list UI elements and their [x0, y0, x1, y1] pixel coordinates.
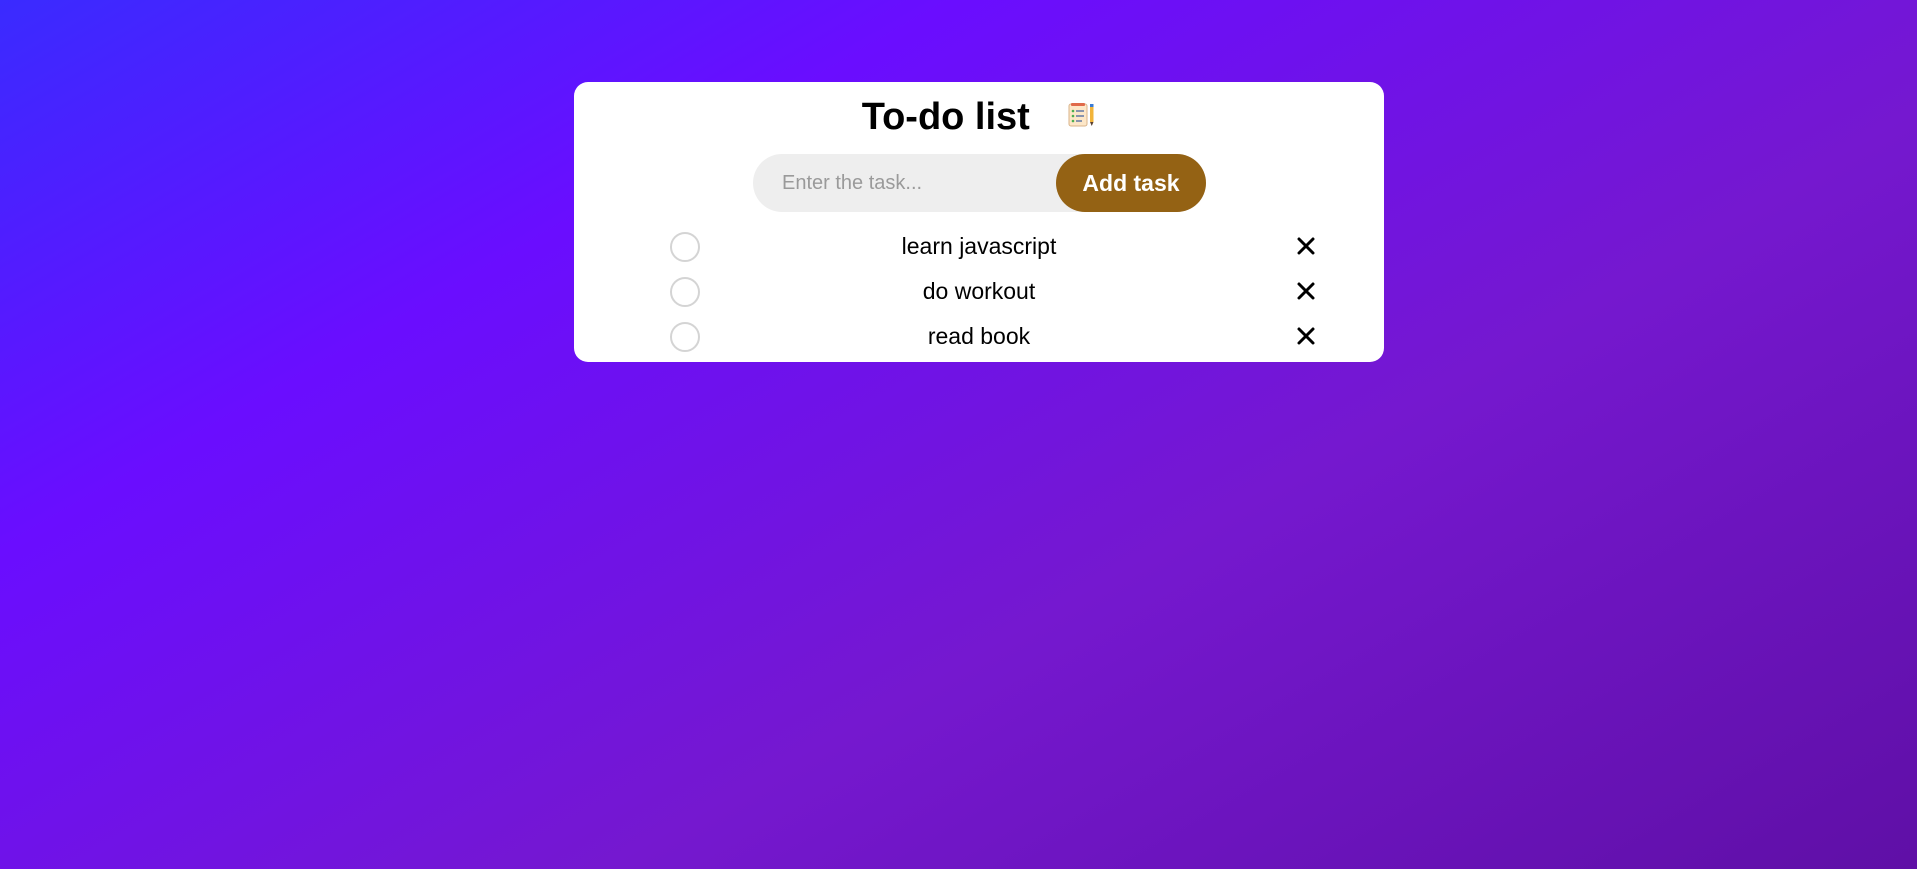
list-item[interactable]: do workout — [574, 270, 1384, 315]
task-label: do workout — [922, 278, 1036, 304]
task-label: read book — [927, 323, 1031, 349]
close-icon[interactable] — [1294, 324, 1318, 348]
task-input[interactable] — [753, 154, 1053, 212]
header: To-do list — [574, 94, 1384, 140]
unchecked-circle-icon[interactable] — [670, 277, 700, 307]
checklist-notepad-icon — [1068, 102, 1096, 128]
close-icon[interactable] — [1294, 234, 1318, 258]
unchecked-circle-icon[interactable] — [670, 322, 700, 352]
page-title: To-do list — [861, 96, 1030, 138]
add-task-button[interactable]: Add task — [1056, 154, 1206, 212]
list-item[interactable]: learn javascript — [574, 225, 1384, 270]
todo-card: To-do list Add task learn javascript — [574, 82, 1384, 362]
list-item[interactable]: read book — [574, 315, 1384, 360]
close-icon[interactable] — [1294, 279, 1318, 303]
unchecked-circle-icon[interactable] — [670, 232, 700, 262]
task-input-row: Add task — [753, 154, 1206, 212]
task-label: learn javascript — [901, 233, 1057, 259]
task-list: learn javascript do workout read book — [574, 225, 1384, 360]
